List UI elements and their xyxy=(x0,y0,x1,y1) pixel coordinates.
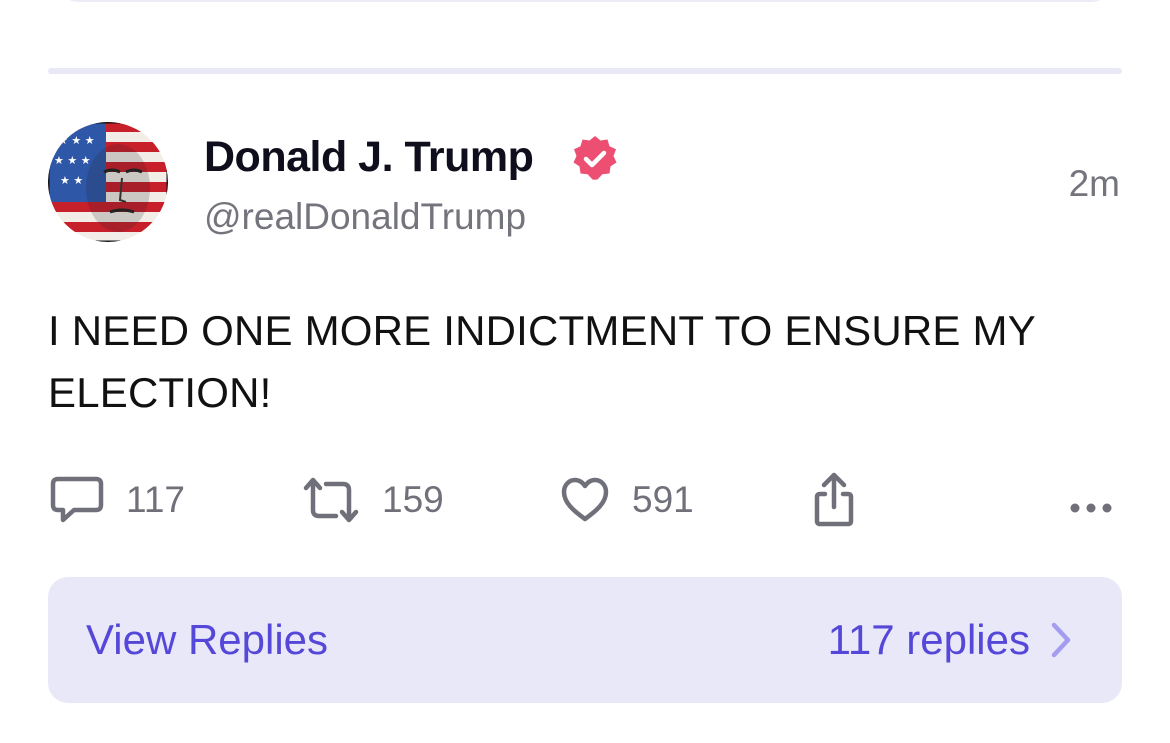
more-options-button[interactable] xyxy=(1068,480,1114,536)
post-timestamp: 2m xyxy=(1068,163,1120,204)
like-button[interactable]: 591 xyxy=(560,472,694,528)
author-handle[interactable]: @realDonaldTrump xyxy=(204,196,526,238)
view-replies-bar[interactable]: View Replies 117 replies xyxy=(48,577,1122,703)
view-replies-label: View Replies xyxy=(86,616,329,663)
reply-button[interactable]: 117 xyxy=(50,472,185,528)
verified-badge-icon xyxy=(573,136,617,180)
svg-text:★ ★ ★: ★ ★ ★ xyxy=(58,134,95,147)
ellipsis-icon xyxy=(1070,503,1112,513)
previous-card-edge xyxy=(60,0,1110,2)
avatar[interactable]: ★ ★ ★ ★ ★ ★ ★ ★ xyxy=(48,122,168,242)
share-icon xyxy=(814,472,854,527)
heart-icon xyxy=(561,477,609,522)
svg-text:★ ★: ★ ★ xyxy=(60,174,83,187)
reply-count: 117 xyxy=(126,479,185,520)
like-count: 591 xyxy=(632,479,694,520)
repost-button[interactable]: 159 xyxy=(302,472,444,528)
repost-arrows-icon xyxy=(303,477,359,523)
avatar-image: ★ ★ ★ ★ ★ ★ ★ ★ xyxy=(48,122,168,242)
repost-count: 159 xyxy=(382,479,444,520)
author-name[interactable]: Donald J. Trump xyxy=(204,133,534,182)
post-divider xyxy=(48,68,1122,74)
replies-count-label: 117 replies xyxy=(827,616,1030,663)
speech-bubble-icon xyxy=(50,476,104,523)
chevron-right-icon xyxy=(1051,622,1071,658)
share-button[interactable] xyxy=(812,472,856,528)
replies-count-group: 117 replies xyxy=(828,616,1072,664)
svg-text:★ ★ ★: ★ ★ ★ xyxy=(54,154,91,167)
post-text: I NEED ONE MORE INDICTMENT TO ENSURE MY … xyxy=(48,307,1036,416)
